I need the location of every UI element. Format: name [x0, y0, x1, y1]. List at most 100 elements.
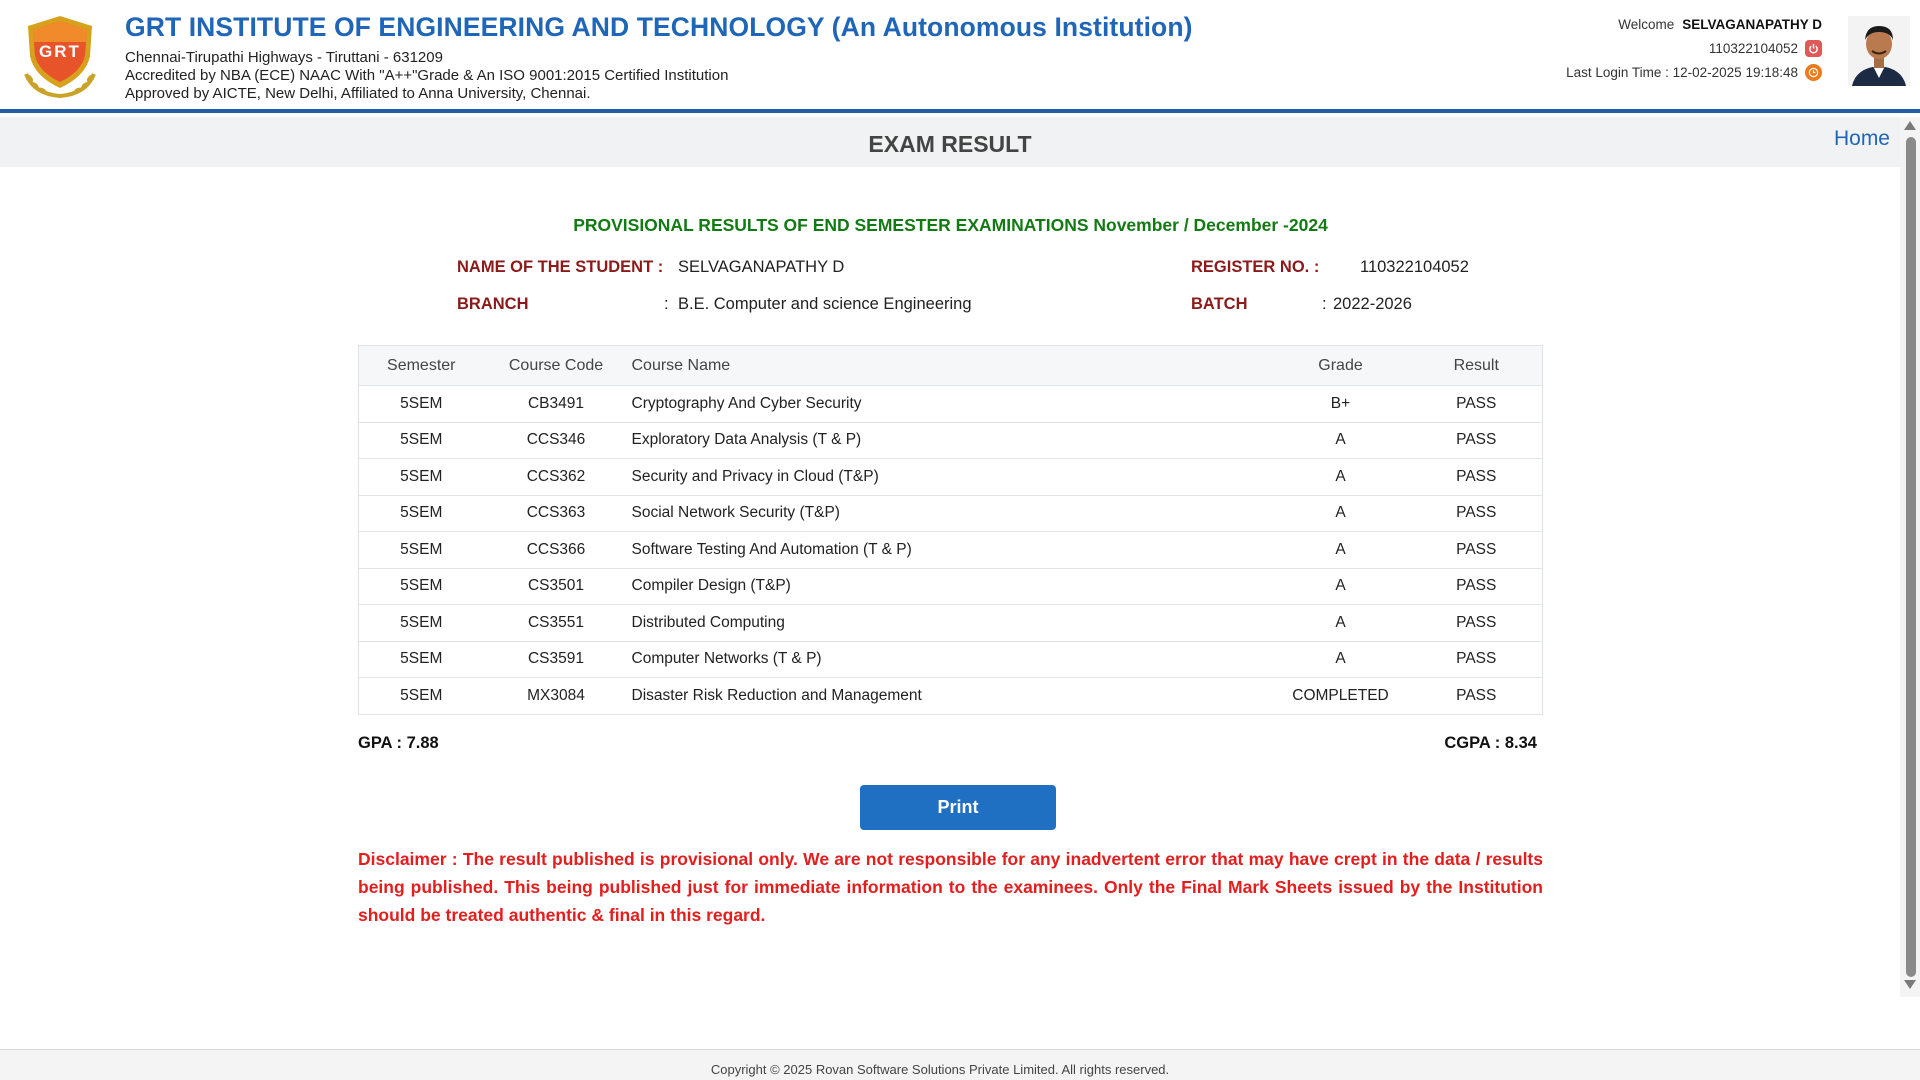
cell-semester: 5SEM — [358, 677, 484, 714]
last-login-time: Last Login Time : 12-02-2025 19:18:48 — [1566, 64, 1798, 80]
batch-colon: : — [1322, 295, 1327, 313]
cell-semester: 5SEM — [358, 421, 484, 459]
institution-logo-icon: GRT — [14, 12, 106, 100]
cell-course-code: CB3491 — [483, 385, 629, 422]
cell-grade: A — [1270, 458, 1411, 495]
site-footer: Copyright © 2025 Rovan Software Solution… — [0, 1049, 1920, 1080]
cell-result: PASS — [1410, 677, 1543, 714]
user-info: Welcome SELVAGANAPATHY D 110322104052 La… — [1566, 12, 1822, 84]
register-no-label: REGISTER NO. : — [1191, 258, 1320, 276]
cell-semester: 5SEM — [358, 567, 484, 605]
cell-course-name: Social Network Security (T&P) — [628, 494, 1271, 532]
table-row: 5SEM MX3084 Disaster Risk Reduction and … — [358, 677, 1543, 714]
cell-result: PASS — [1410, 604, 1543, 641]
cell-grade: A — [1270, 421, 1411, 459]
table-row: 5SEM CS3501 Compiler Design (T&P) A PASS — [358, 567, 1543, 605]
table-row: 5SEM CCS362 Security and Privacy in Clou… — [358, 458, 1543, 495]
cell-course-name: Security and Privacy in Cloud (T&P) — [628, 458, 1271, 495]
scrollbar-thumb[interactable] — [1906, 137, 1916, 977]
branch-value: B.E. Computer and science Engineering — [678, 295, 972, 313]
cell-result: PASS — [1410, 567, 1543, 605]
cell-course-name: Cryptography And Cyber Security — [628, 385, 1271, 422]
register-row: 110322104052 — [1566, 36, 1822, 60]
branch-label: BRANCH — [457, 295, 529, 313]
cell-result: PASS — [1410, 458, 1543, 495]
cell-course-name: Disaster Risk Reduction and Management — [628, 677, 1271, 714]
cell-course-name: Distributed Computing — [628, 604, 1271, 641]
batch-label: BATCH — [1191, 295, 1248, 313]
cell-grade: A — [1270, 494, 1411, 532]
avatar — [1848, 16, 1910, 86]
cell-course-name: Exploratory Data Analysis (T & P) — [628, 421, 1271, 459]
gpa-value: GPA : 7.88 — [358, 734, 439, 752]
cell-course-code: CCS366 — [483, 531, 629, 568]
cell-grade: A — [1270, 531, 1411, 568]
institution-info: GRT INSTITUTE OF ENGINEERING AND TECHNOL… — [125, 12, 1193, 103]
cell-result: PASS — [1410, 531, 1543, 568]
cell-grade: A — [1270, 604, 1411, 641]
welcome-label: Welcome — [1618, 16, 1675, 32]
cell-grade: COMPLETED — [1270, 677, 1411, 714]
result-table: Semester Course Code Course Name Grade R… — [358, 345, 1543, 715]
clock-icon — [1805, 63, 1822, 81]
institution-accreditation: Accredited by NBA (ECE) NAAC With "A++"G… — [125, 67, 729, 84]
power-icon[interactable] — [1805, 39, 1822, 57]
scroll-up-arrow-icon[interactable] — [1904, 121, 1916, 130]
cell-semester: 5SEM — [358, 640, 484, 678]
cell-course-code: CCS346 — [483, 421, 629, 459]
scroll-down-arrow-icon[interactable] — [1904, 980, 1916, 989]
home-link[interactable]: Home — [1834, 127, 1890, 151]
cell-course-code: CS3591 — [483, 640, 629, 678]
institution-approval: Approved by AICTE, New Delhi, Affiliated… — [125, 85, 591, 102]
header-semester: Semester — [358, 345, 484, 386]
cell-result: PASS — [1410, 421, 1543, 459]
header-result: Result — [1410, 345, 1543, 386]
disclaimer-text: Disclaimer : The result published is pro… — [358, 849, 1543, 925]
user-register-no: 110322104052 — [1708, 40, 1798, 56]
table-row: 5SEM CS3591 Computer Networks (T & P) A … — [358, 640, 1543, 678]
cell-grade: B+ — [1270, 385, 1411, 422]
user-name: SELVAGANAPATHY D — [1682, 16, 1822, 32]
cell-grade: A — [1270, 640, 1411, 678]
title-bar: EXAM RESULT Home — [0, 117, 1900, 167]
last-login-row: Last Login Time : 12-02-2025 19:18:48 — [1566, 60, 1822, 84]
exam-heading: PROVISIONAL RESULTS OF END SEMESTER EXAM… — [573, 215, 1328, 235]
table-row: 5SEM CCS363 Social Network Security (T&P… — [358, 494, 1543, 532]
cell-semester: 5SEM — [358, 494, 484, 532]
table-row: 5SEM CCS346 Exploratory Data Analysis (T… — [358, 421, 1543, 459]
site-header: GRT GRT INSTITUTE OF ENGINEERING AND TEC… — [0, 0, 1920, 113]
table-row: 5SEM CB3491 Cryptography And Cyber Secur… — [358, 385, 1543, 422]
student-name-value: SELVAGANAPATHY D — [678, 258, 845, 276]
cell-result: PASS — [1410, 494, 1543, 532]
register-no-value: 110322104052 — [1360, 258, 1469, 276]
copyright-text: Copyright © 2025 Rovan Software Solution… — [710, 1062, 1170, 1077]
cell-semester: 5SEM — [358, 458, 484, 495]
cell-result: PASS — [1410, 385, 1543, 422]
cell-course-name: Software Testing And Automation (T & P) — [628, 531, 1271, 568]
cell-course-code: CS3551 — [483, 604, 629, 641]
welcome-row: Welcome SELVAGANAPATHY D — [1566, 12, 1822, 36]
cell-semester: 5SEM — [358, 604, 484, 641]
cell-grade: A — [1270, 567, 1411, 605]
student-name-label: NAME OF THE STUDENT : — [457, 258, 664, 276]
cell-semester: 5SEM — [358, 531, 484, 568]
cell-course-code: CCS363 — [483, 494, 629, 532]
cell-result: PASS — [1410, 640, 1543, 678]
vertical-scrollbar[interactable] — [1900, 117, 1920, 997]
header-grade: Grade — [1270, 345, 1411, 386]
table-row: 5SEM CCS366 Software Testing And Automat… — [358, 531, 1543, 568]
header-course-name: Course Name — [628, 345, 1271, 386]
branch-colon: : — [664, 295, 669, 313]
print-button[interactable]: Print — [860, 785, 1056, 830]
logo-text: GRT — [39, 42, 81, 61]
page-title: EXAM RESULT — [868, 131, 1032, 157]
institution-title: GRT INSTITUTE OF ENGINEERING AND TECHNOL… — [125, 12, 1193, 42]
table-row: 5SEM CS3551 Distributed Computing A PASS — [358, 604, 1543, 641]
cgpa-value: CGPA : 8.34 — [1444, 734, 1537, 752]
cell-course-code: MX3084 — [483, 677, 629, 714]
cell-course-name: Compiler Design (T&P) — [628, 567, 1271, 605]
cell-semester: 5SEM — [358, 385, 484, 422]
cell-course-code: CS3501 — [483, 567, 629, 605]
cell-course-name: Computer Networks (T & P) — [628, 640, 1271, 678]
institution-address: Chennai-Tirupathi Highways - Tiruttani -… — [125, 49, 443, 66]
